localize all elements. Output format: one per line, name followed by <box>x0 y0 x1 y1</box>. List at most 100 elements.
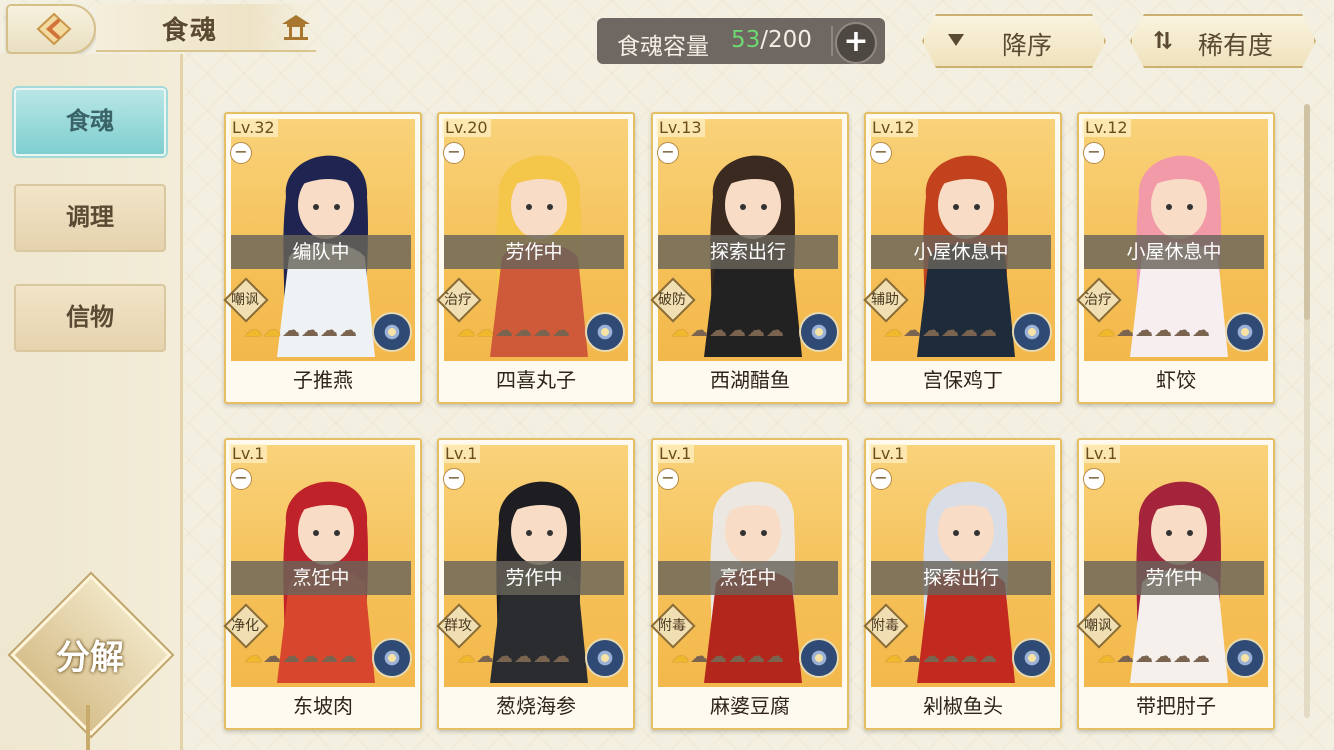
role-badge: 嘲讽 <box>223 277 269 323</box>
star-filled-icon: ☁ <box>884 646 903 667</box>
capacity-label: 食魂容量 <box>617 34 709 60</box>
role-badge: 治疗 <box>436 277 482 323</box>
star-empty-icon: ☁ <box>766 646 785 667</box>
lock-toggle-icon[interactable]: − <box>870 468 892 490</box>
star-empty-icon: ☁ <box>1116 320 1135 341</box>
star-empty-icon: ☁ <box>941 646 960 667</box>
lock-toggle-icon[interactable]: − <box>870 142 892 164</box>
status-banner: 劳作中 <box>444 561 624 595</box>
role-label: 治疗 <box>1084 292 1112 308</box>
star-filled-icon: ☁ <box>244 320 263 341</box>
star-filled-icon: ☁ <box>671 646 690 667</box>
star-empty-icon: ☁ <box>728 646 747 667</box>
food-soul-name: 虾饺 <box>1156 368 1196 392</box>
status-banner: 小屋休息中 <box>871 235 1051 269</box>
level-label: Lv.1 <box>869 444 908 463</box>
star-empty-icon: ☁ <box>922 320 941 341</box>
star-filled-icon: ☁ <box>244 646 263 667</box>
star-empty-icon: ☁ <box>941 320 960 341</box>
role-badge: 嘲讽 <box>1076 603 1122 649</box>
star-filled-icon: ☁ <box>457 646 476 667</box>
food-soul-card[interactable]: Lv.32 − 编队中 嘲讽 ☁☁☁☁☁☁ 子推燕 <box>223 112 422 404</box>
scrollbar-thumb[interactable] <box>1304 104 1310 320</box>
page-title: 食魂 <box>162 16 219 46</box>
star-empty-icon: ☁ <box>960 646 979 667</box>
food-soul-card[interactable]: Lv.1 − 劳作中 嘲讽 ☁☁☁☁☁☁ 带把肘子 <box>1076 438 1275 730</box>
star-empty-icon: ☁ <box>979 646 998 667</box>
lock-toggle-icon[interactable]: − <box>657 142 679 164</box>
lock-toggle-icon[interactable]: − <box>1083 142 1105 164</box>
top-bar: 食魂 食魂容量 53/200 + 降序 稀有度 <box>0 0 1334 62</box>
star-empty-icon: ☁ <box>1154 646 1173 667</box>
sidebar-item-cooking[interactable]: 调理 <box>14 184 166 252</box>
pavilion-icon[interactable] <box>278 12 314 42</box>
element-emblem-icon <box>1012 638 1052 678</box>
sort-rarity-button[interactable]: 稀有度 <box>1130 14 1316 68</box>
star-empty-icon: ☁ <box>533 646 552 667</box>
sidebar-item-token[interactable]: 信物 <box>14 284 166 352</box>
food-soul-name: 葱烧海参 <box>496 694 576 718</box>
back-button[interactable] <box>6 4 96 54</box>
star-rating: ☁☁☁☁☁☁ <box>244 646 364 668</box>
triangle-down-icon <box>946 32 966 48</box>
star-empty-icon: ☁ <box>979 320 998 341</box>
star-rating: ☁☁☁☁☁☁ <box>457 320 577 342</box>
star-empty-icon: ☁ <box>922 646 941 667</box>
star-empty-icon: ☁ <box>1192 646 1211 667</box>
status-banner: 小屋休息中 <box>1084 235 1264 269</box>
food-soul-name: 宫保鸡丁 <box>923 368 1003 392</box>
role-badge: 辅助 <box>863 277 909 323</box>
lock-toggle-icon[interactable]: − <box>443 468 465 490</box>
food-soul-card[interactable]: Lv.1 − 烹饪中 附毒 ☁☁☁☁☁☁ 麻婆豆腐 <box>650 438 849 730</box>
star-empty-icon: ☁ <box>1192 320 1211 341</box>
star-empty-icon: ☁ <box>1173 320 1192 341</box>
food-soul-name: 四喜丸子 <box>496 368 576 392</box>
lock-toggle-icon[interactable]: − <box>1083 468 1105 490</box>
star-rating: ☁☁☁☁☁☁ <box>1097 646 1217 668</box>
food-soul-card[interactable]: Lv.20 − 劳作中 治疗 ☁☁☁☁☁☁ 四喜丸子 <box>436 112 635 404</box>
food-soul-card[interactable]: Lv.1 − 探索出行 附毒 ☁☁☁☁☁☁ 剁椒鱼头 <box>863 438 1062 730</box>
level-label: Lv.12 <box>1082 118 1131 137</box>
role-label: 辅助 <box>871 292 899 308</box>
food-soul-card[interactable]: Lv.1 − 烹饪中 净化 ☁☁☁☁☁☁ 东坡肉 <box>223 438 422 730</box>
level-label: Lv.13 <box>656 118 705 137</box>
star-empty-icon: ☁ <box>476 646 495 667</box>
star-empty-icon: ☁ <box>728 320 747 341</box>
star-empty-icon: ☁ <box>301 320 320 341</box>
lock-toggle-icon[interactable]: − <box>657 468 679 490</box>
role-badge: 群攻 <box>436 603 482 649</box>
sort-desc-button[interactable]: 降序 <box>922 14 1106 68</box>
star-empty-icon: ☁ <box>514 320 533 341</box>
role-label: 群攻 <box>444 618 472 634</box>
role-badge: 附毒 <box>863 603 909 649</box>
star-filled-icon: ☁ <box>1097 320 1116 341</box>
element-emblem-icon <box>1225 312 1265 352</box>
star-empty-icon: ☁ <box>339 320 358 341</box>
decompose-label[interactable]: 分解 <box>34 630 146 679</box>
element-emblem-icon <box>372 312 412 352</box>
element-emblem-icon <box>372 638 412 678</box>
star-empty-icon: ☁ <box>690 646 709 667</box>
sort-rarity-label: 稀有度 <box>1198 31 1274 60</box>
lock-toggle-icon[interactable]: − <box>443 142 465 164</box>
food-soul-card[interactable]: Lv.1 − 劳作中 群攻 ☁☁☁☁☁☁ 葱烧海参 <box>436 438 635 730</box>
lock-toggle-icon[interactable]: − <box>230 468 252 490</box>
star-empty-icon: ☁ <box>960 320 979 341</box>
element-emblem-icon <box>799 312 839 352</box>
tassel-decoration <box>86 705 90 750</box>
element-emblem-icon <box>799 638 839 678</box>
star-rating: ☁☁☁☁☁☁ <box>457 646 577 668</box>
star-empty-icon: ☁ <box>690 320 709 341</box>
status-banner: 劳作中 <box>444 235 624 269</box>
sort-desc-label: 降序 <box>1002 31 1053 60</box>
role-label: 附毒 <box>871 618 899 634</box>
star-empty-icon: ☁ <box>495 646 514 667</box>
add-capacity-button[interactable]: + <box>835 22 877 64</box>
food-soul-card[interactable]: Lv.12 − 小屋休息中 辅助 ☁☁☁☁☁☁ 宫保鸡丁 <box>863 112 1062 404</box>
star-empty-icon: ☁ <box>514 646 533 667</box>
sidebar-item-food-soul[interactable]: 食魂 <box>14 88 166 156</box>
lock-toggle-icon[interactable]: − <box>230 142 252 164</box>
food-soul-card[interactable]: Lv.13 − 探索出行 破防 ☁☁☁☁☁☁ 西湖醋鱼 <box>650 112 849 404</box>
food-soul-card[interactable]: Lv.12 − 小屋休息中 治疗 ☁☁☁☁☁☁ 虾饺 <box>1076 112 1275 404</box>
status-banner: 编队中 <box>231 235 411 269</box>
